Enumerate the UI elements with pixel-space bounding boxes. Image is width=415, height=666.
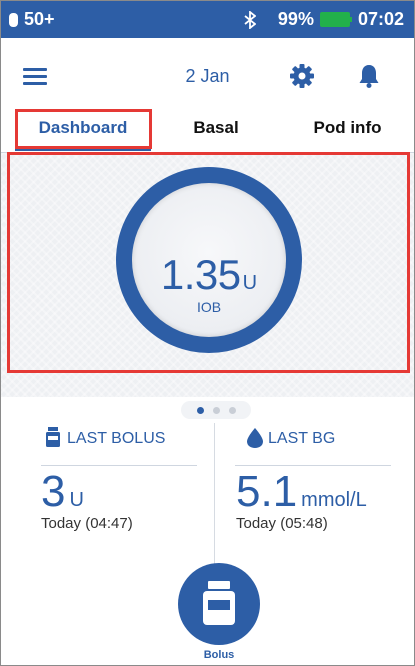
clock: 07:02 (357, 9, 404, 29)
page-dot-2[interactable] (212, 406, 220, 414)
bolus-button[interactable] (178, 563, 260, 645)
active-tab-indicator (15, 148, 151, 151)
last-bg-value: 5.1 mmol/L (236, 467, 367, 517)
last-bg-number: 5.1 (236, 467, 298, 516)
section-divider (214, 423, 215, 583)
header-date: 2 Jan (185, 66, 230, 86)
last-bolus-rule (41, 465, 197, 466)
iob-label: IOB (196, 299, 222, 315)
last-bg-title: LAST BG (268, 430, 336, 447)
pod-reservoir-text: 50+ (24, 9, 55, 29)
last-bolus-unit: U (69, 489, 84, 511)
tab-bar: Dashboard Basal Pod info (1, 104, 414, 153)
last-bg-rule (235, 465, 391, 466)
page-dot-3[interactable] (228, 406, 236, 414)
iob-value: 1.35 U (1, 251, 414, 299)
bell-icon[interactable] (358, 63, 380, 89)
pod-status: 50+ (9, 1, 55, 38)
bolus-vial-icon-large (203, 581, 235, 625)
tab-basal[interactable]: Basal (151, 104, 281, 152)
last-bolus-time: Today (04:47) (41, 515, 133, 532)
blood-drop-icon (247, 428, 263, 448)
bolus-vial-icon (46, 427, 60, 447)
bolus-button-label[interactable]: Bolus (1, 649, 414, 661)
bluetooth-icon (244, 10, 256, 29)
app-screen: 50+ 99% 07:02 2 Jan Dashboard Basal Pod … (0, 0, 415, 666)
status-bar: 50+ 99% 07:02 (1, 1, 414, 38)
last-bolus-value: 3U (41, 467, 84, 517)
app-header: 2 Jan (1, 38, 414, 104)
device-status: 99% 07:02 (244, 1, 404, 38)
last-bolus-number: 3 (41, 467, 66, 516)
battery-charging-icon (319, 12, 352, 27)
tab-pod-info[interactable]: Pod info (281, 104, 414, 152)
last-bolus-title: LAST BOLUS (67, 430, 166, 447)
iob-number: 1.35 (160, 251, 241, 298)
page-dot-1[interactable] (196, 406, 204, 414)
last-bg-time: Today (05:48) (236, 515, 328, 532)
tab-dashboard[interactable]: Dashboard (15, 104, 151, 152)
pod-icon (9, 12, 18, 27)
gear-icon[interactable] (289, 63, 315, 89)
last-bg-unit: mmol/L (301, 489, 367, 511)
iob-unit: U (242, 272, 258, 294)
page-indicator[interactable] (181, 401, 251, 419)
battery-percent: 99% (277, 9, 314, 29)
